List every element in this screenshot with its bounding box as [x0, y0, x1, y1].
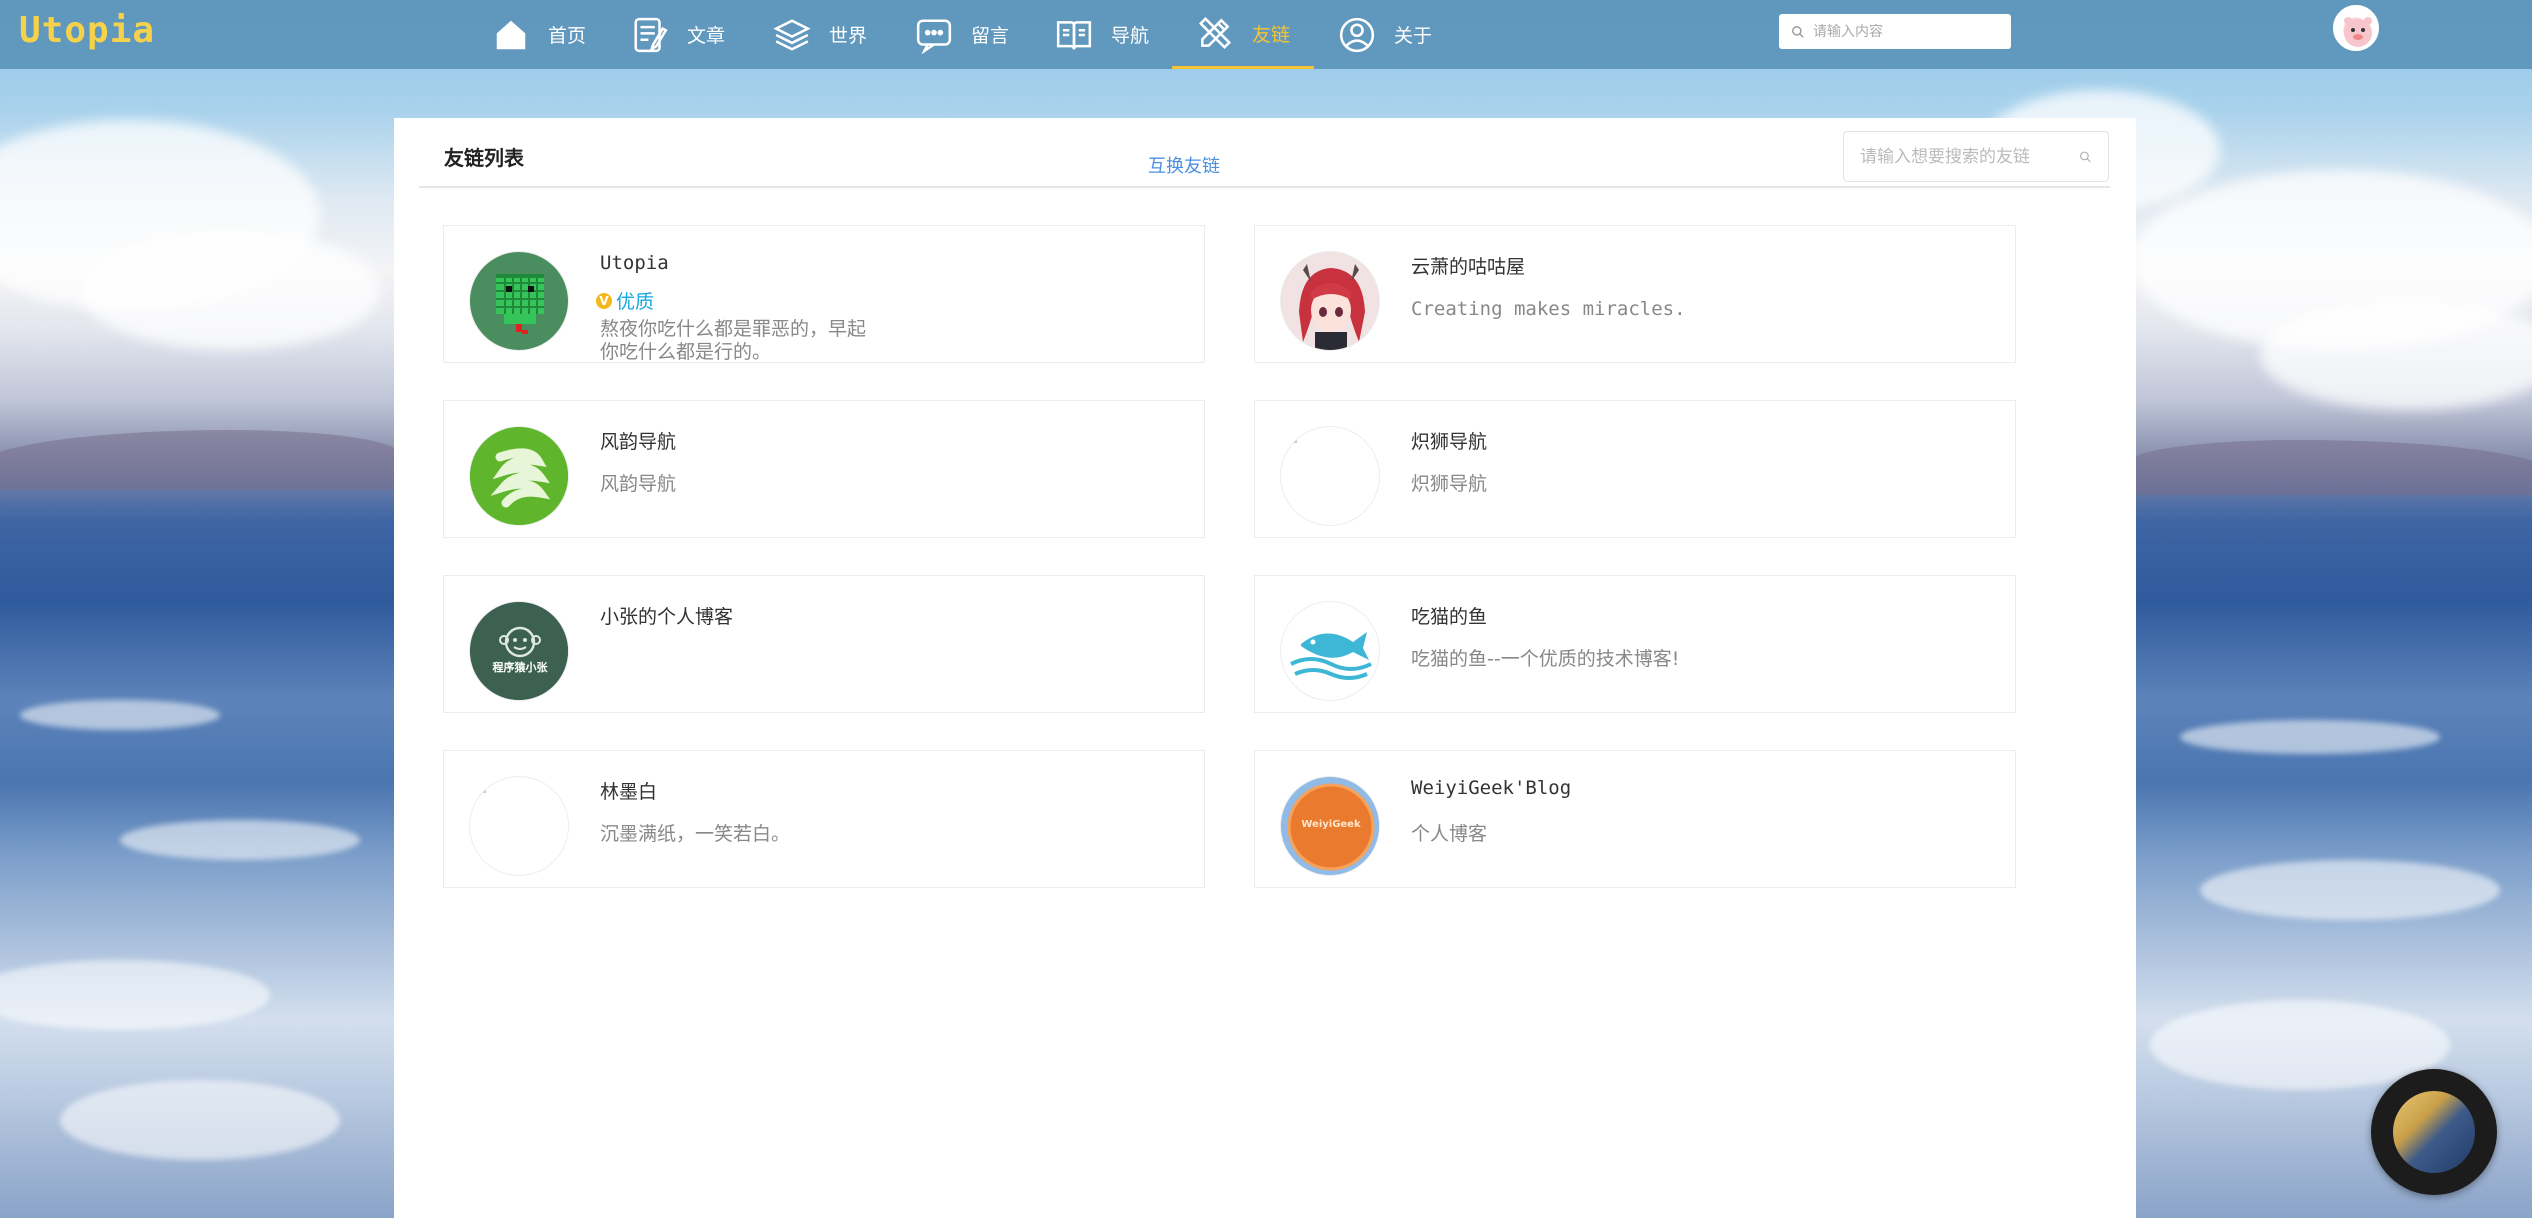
friend-link-card[interactable]: WeiyiGeek WeiyiGeek'Blog 个人博客 — [1254, 750, 2016, 888]
top-search-input[interactable] — [1813, 23, 1993, 40]
article-icon — [634, 17, 668, 52]
nav-world-label: 世界 — [829, 25, 868, 47]
broken-image-icon — [474, 781, 486, 793]
vip-icon: V — [596, 292, 612, 309]
anime-girl-avatar — [1280, 251, 1380, 351]
link-name: Utopia — [600, 252, 669, 274]
link-description: 风韵导航 — [600, 473, 677, 495]
nav-world[interactable]: 世界 — [773, 0, 867, 69]
broken-image-avatar — [469, 776, 569, 876]
friend-link-card[interactable]: 吃猫的鱼 吃猫的鱼--一个优质的技术博客! — [1254, 575, 2016, 713]
search-icon — [2080, 151, 2091, 162]
panel-title: 友链列表 — [444, 146, 524, 170]
music-player-button[interactable] — [2371, 1069, 2497, 1195]
friend-links-panel: 友链列表 互换友链 Utopia V 优质 熬夜你吃什么都是罪恶的，早起你吃什么… — [394, 118, 2136, 1218]
link-name: WeiyiGeek'Blog — [1411, 777, 1572, 799]
site-logo[interactable]: Utopia — [19, 10, 155, 51]
nav-articles[interactable]: 文章 — [631, 0, 725, 69]
layers-icon — [773, 18, 811, 51]
user-circle-icon — [1339, 17, 1375, 52]
music-disc-icon — [2393, 1091, 2475, 1173]
nav-articles-label: 文章 — [687, 25, 726, 47]
link-description: 个人博客 — [1411, 823, 1488, 845]
friend-link-card[interactable]: 程序猿小张 小张的个人博客 — [443, 575, 1205, 713]
nav-home-label: 首页 — [548, 25, 587, 47]
link-name: 林墨白 — [600, 781, 658, 803]
nav-navigation[interactable]: 导航 — [1055, 0, 1149, 69]
nav-friend-links[interactable]: 友链 — [1172, 0, 1315, 69]
link-name: 小张的个人博客 — [600, 606, 734, 628]
link-name: 风韵导航 — [600, 431, 677, 453]
monkey-logo: 程序猿小张 — [469, 601, 569, 701]
nav-message[interactable]: 留言 — [915, 0, 1009, 69]
top-navbar: Utopia 首页 文章 世界 留言 导航 友链 关于 — [0, 0, 2532, 69]
link-name: 吃猫的鱼 — [1411, 606, 1488, 628]
message-icon — [916, 18, 952, 54]
avatar-caption: 程序猿小张 — [492, 661, 548, 674]
panel-divider — [419, 186, 2110, 188]
nav-navigation-label: 导航 — [1111, 25, 1150, 47]
link-description: 炽狮导航 — [1411, 473, 1488, 495]
orange-circle-logo: WeiyiGeek — [1280, 776, 1380, 876]
nav-about[interactable]: 关于 — [1338, 0, 1432, 69]
nav-friend-links-label: 友链 — [1252, 23, 1291, 46]
green-wave-logo — [469, 426, 569, 526]
nav-message-label: 留言 — [971, 25, 1010, 47]
link-description: 熬夜你吃什么都是罪恶的，早起你吃什么都是行的。 — [600, 318, 867, 363]
search-icon — [1792, 25, 1804, 38]
friend-link-card[interactable]: 云萧的咕咕屋 Creating makes miracles. — [1254, 225, 2016, 363]
friend-link-card[interactable]: 风韵导航 风韵导航 — [443, 400, 1205, 538]
badge-label: 优质 — [616, 291, 655, 313]
link-name: 炽狮导航 — [1411, 431, 1488, 453]
home-icon — [496, 20, 526, 49]
friend-link-card[interactable]: 林墨白 沉墨满纸，一笑若白。 — [443, 750, 1205, 888]
nav-about-label: 关于 — [1394, 25, 1433, 47]
friend-link-card[interactable]: 炽狮导航 炽狮导航 — [1254, 400, 2016, 538]
link-description: 吃猫的鱼--一个优质的技术博客! — [1411, 648, 1680, 670]
pixel-snake-avatar — [469, 251, 569, 351]
broken-image-icon — [1285, 431, 1297, 443]
friend-search-input[interactable] — [1860, 146, 2079, 167]
pencil-ruler-icon — [1198, 16, 1232, 50]
friend-link-card[interactable]: Utopia V 优质 熬夜你吃什么都是罪恶的，早起你吃什么都是行的。 — [443, 225, 1205, 363]
fish-logo — [1280, 601, 1380, 701]
link-description: 沉墨满纸，一笑若白。 — [600, 823, 791, 845]
top-search-box[interactable] — [1779, 14, 2011, 49]
broken-image-avatar — [1280, 426, 1380, 526]
link-description: Creating makes miracles. — [1411, 298, 1686, 320]
friend-search-box[interactable] — [1843, 131, 2109, 182]
user-avatar[interactable] — [2333, 5, 2379, 51]
avatar-caption: WeiyiGeek — [1301, 819, 1361, 830]
nav-home[interactable]: 首页 — [492, 0, 586, 69]
book-icon — [1056, 20, 1092, 49]
link-name: 云萧的咕咕屋 — [1411, 256, 1526, 278]
quality-badge: V 优质 — [596, 287, 654, 314]
exchange-links-button[interactable]: 互换友链 — [1148, 152, 1220, 178]
